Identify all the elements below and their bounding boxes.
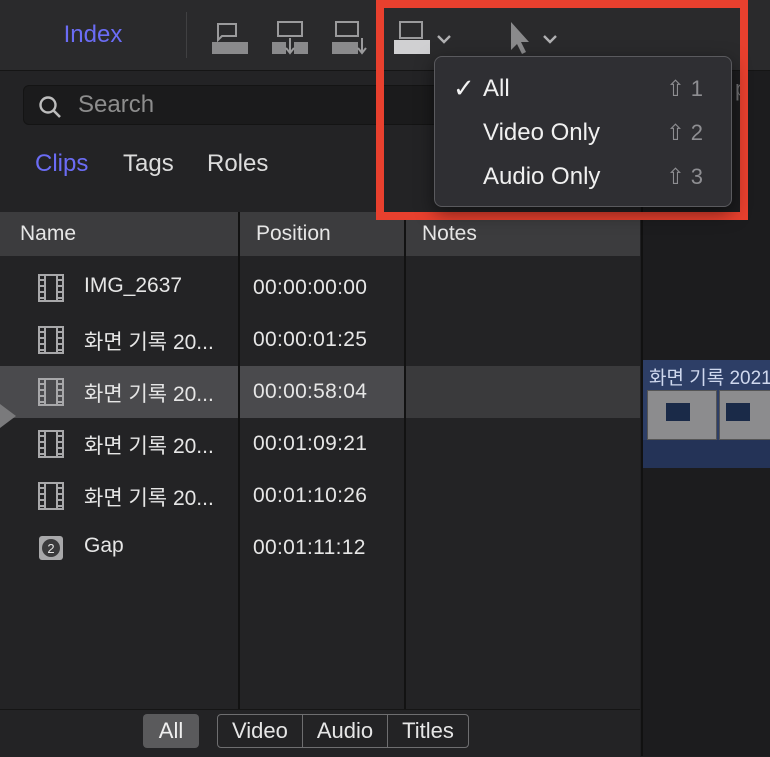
clip-position: 00:01:11:12: [253, 536, 366, 559]
menu-item-audio-only[interactable]: Audio Only ⇧ 3: [435, 155, 731, 199]
menu-item-label: All: [483, 75, 510, 102]
search-icon: [39, 96, 61, 118]
overwrite-down-icon[interactable]: [330, 20, 370, 58]
menu-item-shortcut: ⇧ 2: [666, 120, 703, 145]
menu-item-label: Video Only: [483, 119, 600, 146]
clip-position: 00:00:00:00: [253, 276, 368, 299]
gap-icon: 2: [38, 534, 64, 562]
filter-titles-button[interactable]: Titles: [388, 715, 468, 747]
clip-name: 화면 기록 20...: [84, 383, 214, 406]
table-row[interactable]: 2 Gap 00:01:11:12: [0, 522, 640, 574]
table-row[interactable]: 화면 기록 20... 00:00:01:25: [0, 314, 640, 366]
tab-tags[interactable]: Tags: [123, 150, 174, 178]
timeline-clip-title: 화면 기록 2021: [649, 368, 770, 389]
clip-position: 00:01:09:21: [253, 432, 368, 455]
menu-item-label: Audio Only: [483, 163, 601, 190]
table-row[interactable]: 화면 기록 20... 00:01:09:21: [0, 418, 640, 470]
toolbar-divider: [186, 12, 187, 58]
clip-name: 화면 기록 20...: [84, 487, 214, 510]
edit-mode-dropdown-menu: ✓ All ⇧ 1 Video Only ⇧ 2 Audio Only ⇧ 3: [434, 56, 732, 207]
clip-thumbnail: [647, 390, 717, 440]
column-header-position[interactable]: Position: [256, 222, 331, 246]
table-row[interactable]: IMG_2637 00:00:00:00: [0, 262, 640, 314]
playhead-marker: [0, 404, 16, 428]
checkmark-icon: ✓: [453, 73, 475, 103]
tab-roles[interactable]: Roles: [207, 150, 268, 178]
column-header-notes[interactable]: Notes: [422, 222, 477, 246]
menu-item-all[interactable]: ✓ All ⇧ 1: [435, 67, 731, 111]
clip-position: 00:01:10:26: [253, 484, 368, 507]
index-tab[interactable]: Index: [0, 0, 186, 70]
film-icon: [38, 274, 64, 302]
menu-item-shortcut: ⇧ 1: [666, 76, 703, 101]
clip-position: 00:00:58:04: [253, 380, 368, 403]
column-line: [404, 212, 406, 709]
timeline-clip[interactable]: 화면 기록 2021: [643, 360, 770, 468]
clip-name: Gap: [84, 534, 124, 557]
filter-audio-button[interactable]: Audio: [303, 715, 389, 747]
clip-name: 화면 기록 20...: [84, 331, 214, 354]
film-icon: [38, 326, 64, 354]
insert-clip-icon[interactable]: [270, 20, 310, 58]
filter-video-button[interactable]: Video: [218, 715, 303, 747]
clip-thumbnail: [719, 390, 770, 440]
clip-name: 화면 기록 20...: [84, 435, 214, 458]
table-row[interactable]: 화면 기록 20... 00:00:58:04: [0, 366, 640, 418]
film-icon: [38, 378, 64, 406]
filter-all-button[interactable]: All: [143, 714, 199, 748]
table-row[interactable]: 화면 기록 20... 00:01:10:26: [0, 470, 640, 522]
column-header-name[interactable]: Name: [20, 222, 76, 246]
column-line: [238, 212, 240, 709]
clip-position: 00:00:01:25: [253, 328, 368, 351]
clip-name: IMG_2637: [84, 274, 183, 297]
timeline-clip-audio: [643, 440, 770, 468]
film-icon: [38, 482, 64, 510]
filter-segmented-control: Video Audio Titles: [217, 714, 469, 748]
film-icon: [38, 430, 64, 458]
menu-item-shortcut: ⇧ 3: [666, 164, 703, 189]
menu-item-video-only[interactable]: Video Only ⇧ 2: [435, 111, 731, 155]
append-clip-icon[interactable]: [210, 20, 250, 58]
svg-text:2: 2: [47, 541, 54, 556]
tab-clips[interactable]: Clips: [35, 150, 88, 178]
